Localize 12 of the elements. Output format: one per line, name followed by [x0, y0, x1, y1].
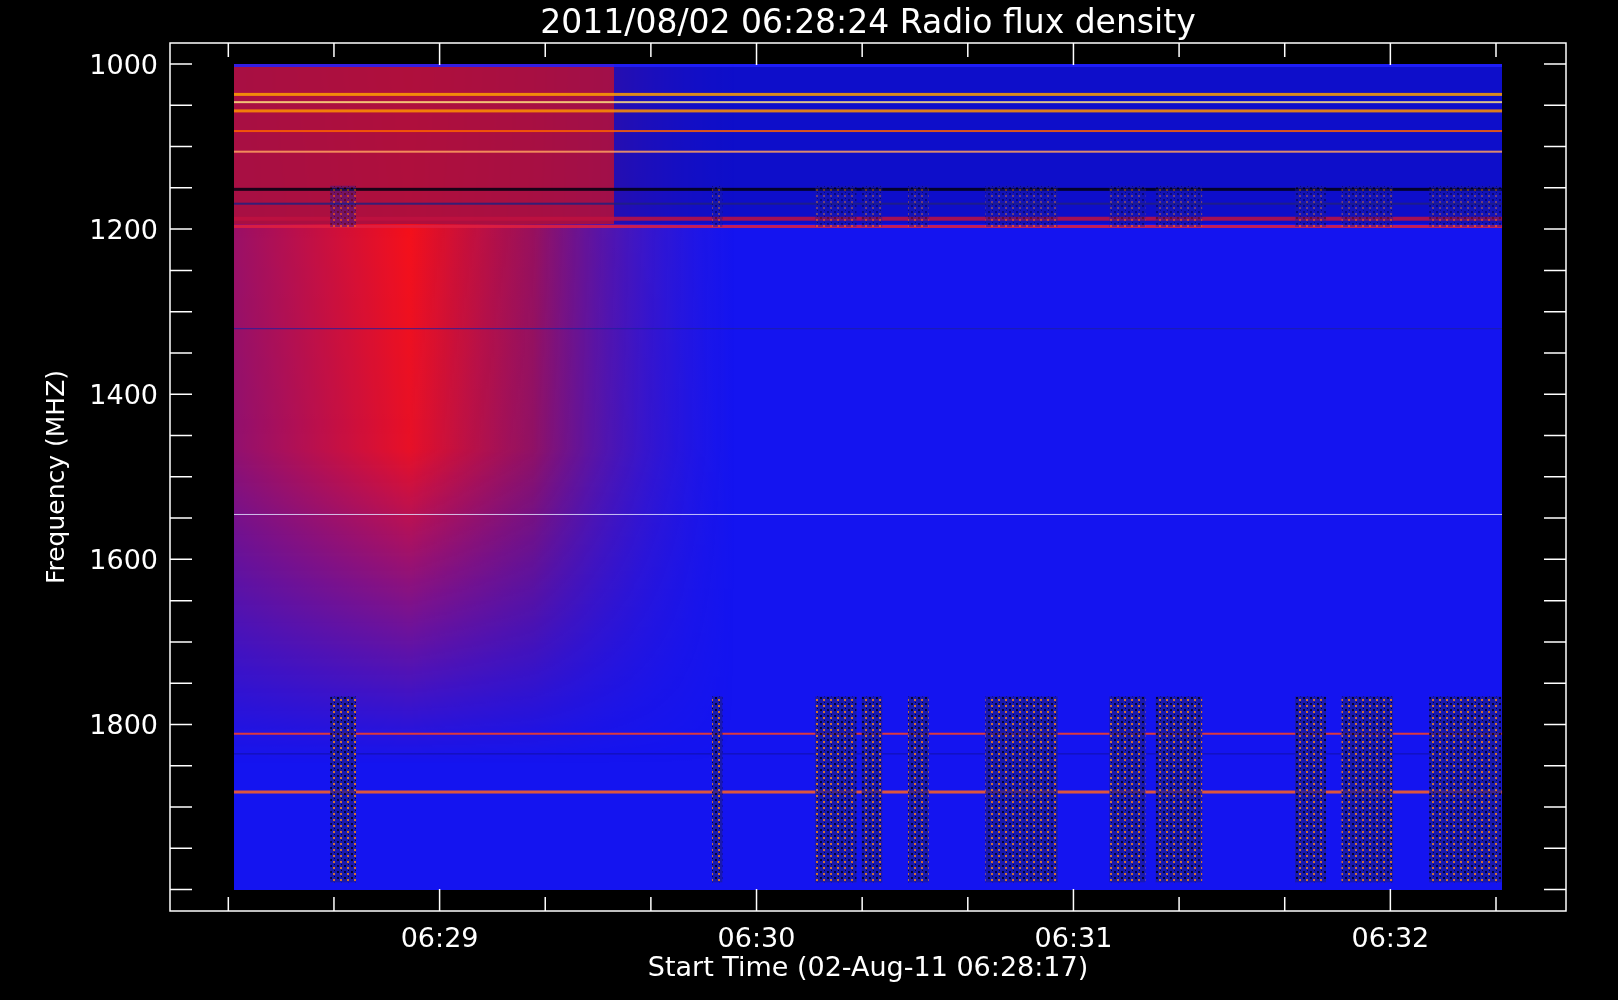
- tick-label: 06:31: [1034, 922, 1113, 953]
- tick-label: 1600: [89, 544, 158, 576]
- tick-label: 1800: [89, 709, 158, 741]
- chart-title: 2011/08/02 06:28:24 Radio flux density: [540, 2, 1196, 41]
- tick-label: 1400: [89, 379, 158, 411]
- tick-label: 1200: [89, 214, 158, 246]
- tick-label: 06:32: [1351, 922, 1430, 953]
- tick-label: 06:29: [400, 922, 479, 953]
- y-axis-label: Frequency (MHZ): [41, 369, 70, 585]
- tick-label: 1000: [89, 49, 158, 80]
- tick-label: 06:30: [717, 922, 796, 953]
- x-axis-label: Start Time (02-Aug-11 06:28:17): [647, 951, 1089, 982]
